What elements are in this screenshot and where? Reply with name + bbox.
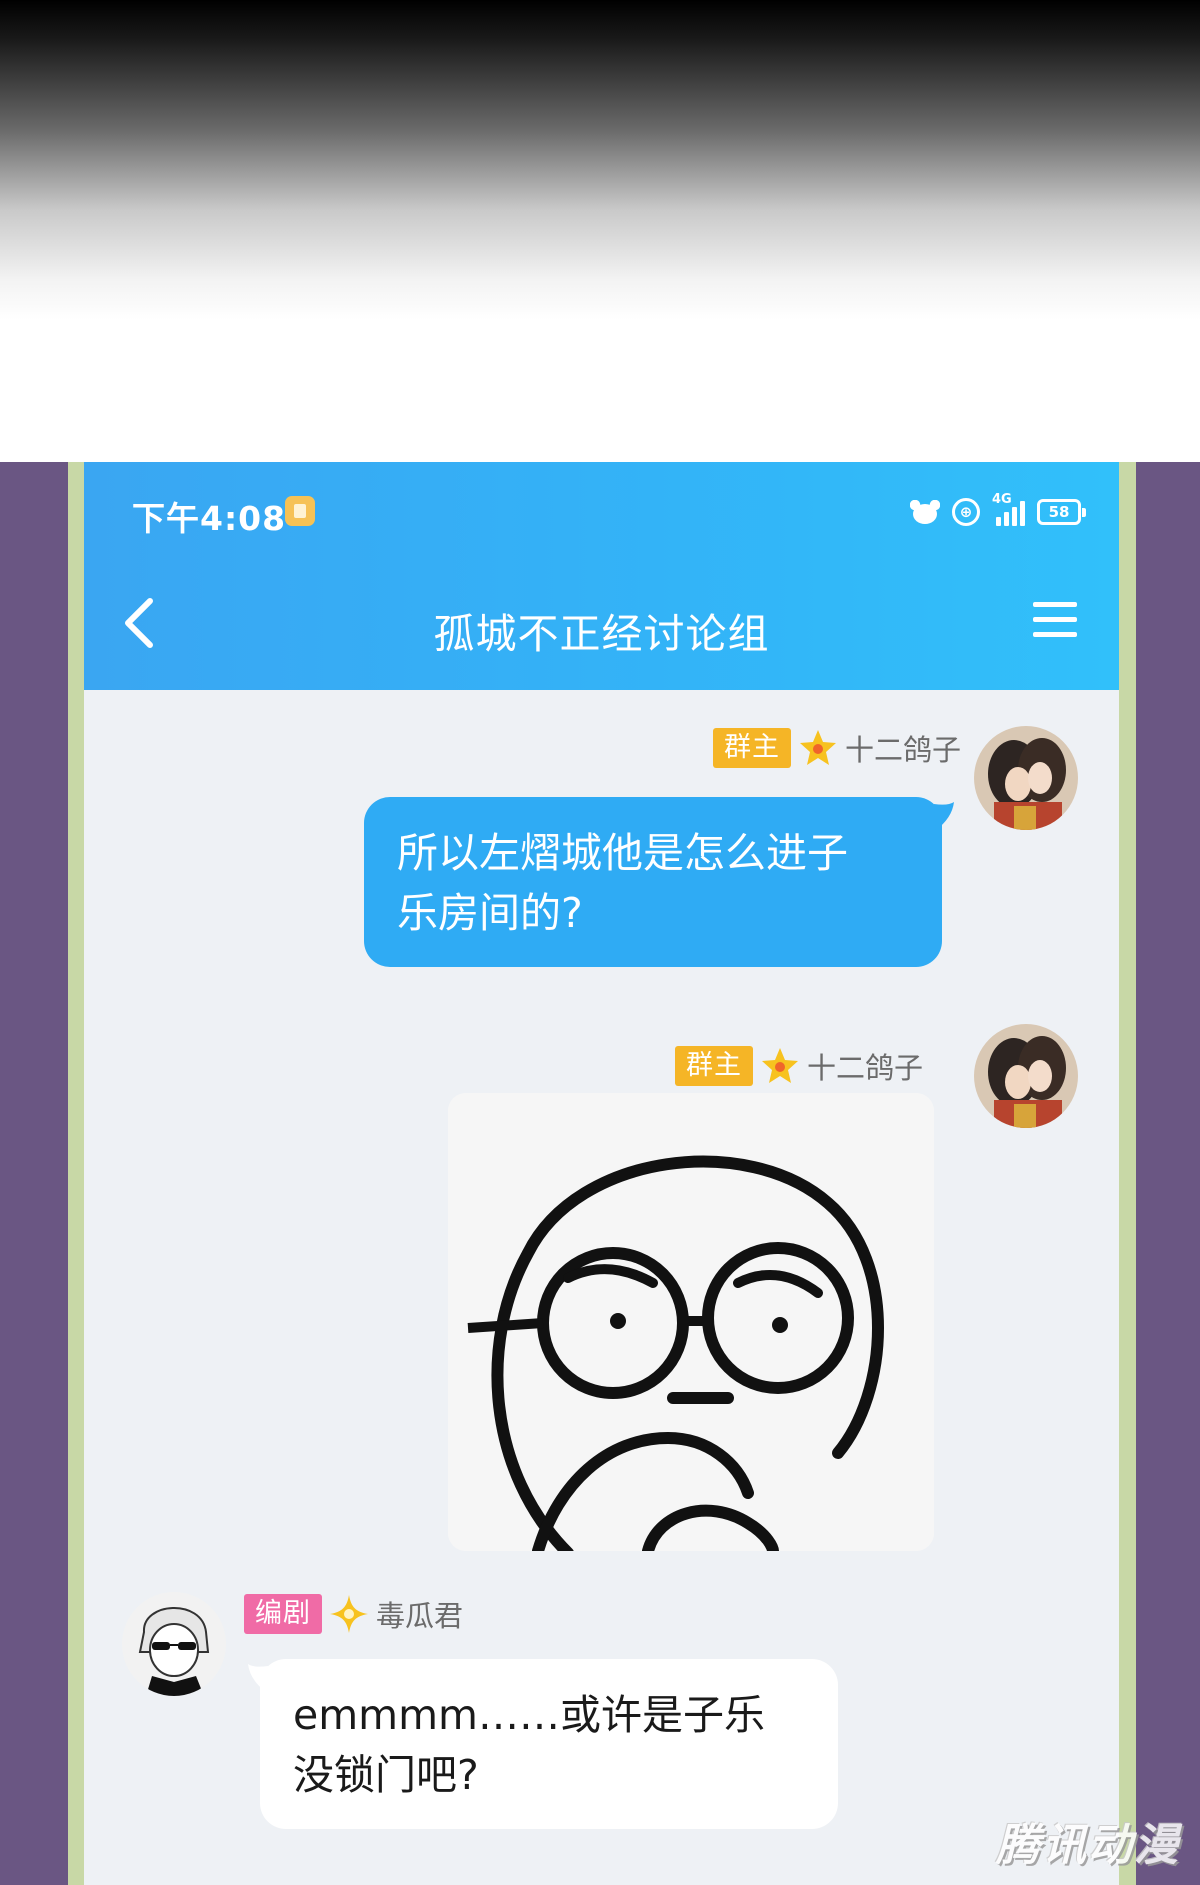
diamond-icon <box>330 1595 368 1633</box>
avatar[interactable] <box>974 1024 1078 1128</box>
writer-badge: 编剧 <box>244 1594 322 1634</box>
top-fade-background <box>0 0 1200 462</box>
bubble-tail <box>934 802 954 830</box>
notification-app-icon <box>285 496 315 526</box>
platform-watermark: 腾讯动漫 <box>996 1820 1180 1871</box>
avatar[interactable] <box>122 1592 226 1696</box>
chat-header: 下午4:08 ⊕ 4G 58 孤城不正经讨论组 <box>84 462 1119 690</box>
left-purple-border <box>0 462 68 1885</box>
status-icons: ⊕ 4G 58 <box>910 492 1086 532</box>
signal-icon: 4G <box>992 492 1025 526</box>
sticker-image[interactable] <box>448 1093 934 1551</box>
chat-screen: 下午4:08 ⊕ 4G 58 孤城不正经讨论组 群主 十二鸽子 所以左熠城他是怎… <box>84 462 1119 1885</box>
sender-name: 十二鸽子 <box>844 733 961 767</box>
sender-row: 群主 十二鸽子 <box>712 726 961 770</box>
sender-name: 十二鸽子 <box>806 1051 923 1085</box>
message-bubble[interactable]: emmmm……或许是子乐 没锁门吧? <box>260 1659 838 1829</box>
sender-row: 编剧 毒瓜君 <box>244 1592 463 1636</box>
network-type: 4G <box>992 492 1012 507</box>
right-purple-border <box>1136 462 1200 1885</box>
message-line-2: 没锁门吧? <box>293 1751 479 1799</box>
owner-badge: 群主 <box>674 1046 753 1086</box>
message-line-2: 乐房间的? <box>397 889 583 937</box>
bear-icon <box>910 498 940 526</box>
avatar[interactable] <box>974 726 1078 830</box>
message-bubble[interactable]: 所以左熠城他是怎么进子 乐房间的? <box>364 797 942 967</box>
message-line-1: emmmm……或许是子乐 <box>293 1691 765 1739</box>
star-icon <box>761 1048 798 1083</box>
owner-badge: 群主 <box>712 728 791 768</box>
battery-icon: 58 <box>1037 499 1086 525</box>
status-time: 下午4:08 <box>132 499 287 538</box>
message-line-1: 所以左熠城他是怎么进子 <box>397 829 848 877</box>
star-icon <box>799 730 836 765</box>
data-saver-icon: ⊕ <box>952 498 980 526</box>
group-title: 孤城不正经讨论组 <box>433 610 770 658</box>
sender-name: 毒瓜君 <box>376 1599 464 1633</box>
menu-icon[interactable] <box>1033 600 1077 640</box>
sender-row: 群主 十二鸽子 <box>674 1044 923 1088</box>
thinking-face-sticker <box>448 1093 934 1551</box>
left-frame-strip <box>68 462 84 1885</box>
right-frame-strip <box>1119 462 1136 1885</box>
